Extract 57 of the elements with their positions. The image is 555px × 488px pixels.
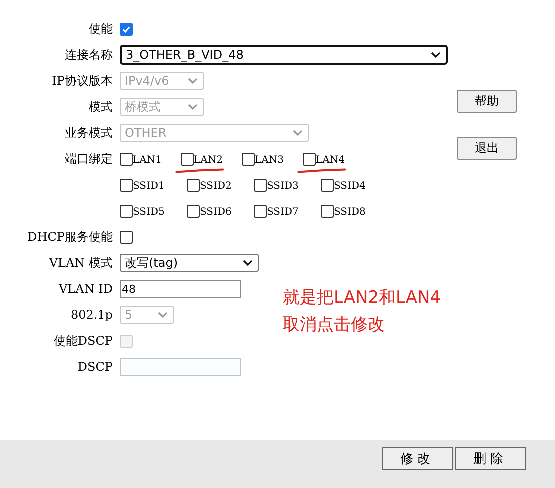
chevron-icon: [431, 52, 441, 58]
checkbox[interactable]: [120, 152, 133, 166]
field-label: VLAN ID: [58, 282, 114, 296]
checkbox-label: SSID6: [200, 206, 232, 218]
checkbox[interactable]: [120, 178, 133, 192]
chevron-icon: [158, 312, 168, 318]
chevron-icon: [188, 104, 198, 110]
checkbox[interactable]: [254, 178, 267, 192]
checkbox-label: LAN3: [255, 154, 284, 166]
field-label: 端口绑定: [64, 150, 114, 168]
field-label: DSCP: [76, 360, 114, 374]
checkbox[interactable]: [303, 152, 316, 166]
checkbox[interactable]: [321, 178, 334, 192]
checkbox-label: SSID3: [267, 180, 299, 192]
select-field[interactable]: 3_OTHER_B_VID_48: [120, 45, 448, 65]
footer-button[interactable]: 修改: [382, 447, 453, 470]
field-label: 使能: [88, 20, 114, 38]
side-button[interactable]: 帮助: [457, 90, 517, 113]
checkbox-label: SSID5: [133, 206, 165, 218]
checkbox[interactable]: [242, 152, 255, 166]
chevron-icon: [243, 260, 253, 266]
field-label: 使能DSCP: [52, 332, 114, 350]
checkbox-label: SSID7: [267, 206, 299, 218]
select-field[interactable]: 改写(tag): [120, 254, 259, 272]
footer-button[interactable]: 删除: [455, 447, 526, 470]
annotation-text: 就是把LAN2和LAN4: [283, 287, 442, 310]
input-field[interactable]: 48: [120, 280, 241, 298]
chevron-icon: [293, 130, 303, 136]
field-label: 802.1p: [70, 308, 114, 322]
checkbox[interactable]: [120, 230, 133, 244]
checkbox-label: LAN4: [316, 154, 345, 166]
checkbox[interactable]: [120, 204, 133, 218]
annotation-text: 取消点击修改: [283, 314, 386, 337]
checkbox-label: SSID4: [334, 180, 366, 192]
field-label: 模式: [88, 98, 114, 116]
checkbox-label: SSID1: [133, 180, 165, 192]
field-label: 连接名称: [64, 46, 114, 64]
checkbox[interactable]: [120, 22, 133, 36]
checkbox-label: SSID2: [200, 180, 232, 192]
chevron-icon: [188, 78, 198, 84]
checkbox[interactable]: [187, 178, 200, 192]
select-field: 桥模式: [120, 98, 204, 116]
checkbox[interactable]: [187, 204, 200, 218]
select-field: OTHER: [120, 124, 309, 142]
field-label: VLAN 模式: [48, 254, 114, 272]
field-label: DHCP服务使能: [26, 228, 114, 246]
checkbox[interactable]: [321, 204, 334, 218]
field-label: 业务模式: [64, 124, 114, 142]
checkbox[interactable]: [181, 152, 194, 166]
checkbox[interactable]: [254, 204, 267, 218]
checkbox-label: LAN2: [194, 154, 223, 166]
select-field: 5: [120, 306, 174, 324]
checkbox-label: SSID8: [334, 206, 366, 218]
field-label: IP协议版本: [51, 72, 114, 90]
checkbox-label: LAN1: [133, 154, 162, 166]
select-field: IPv4/v6: [120, 72, 204, 90]
side-button[interactable]: 退出: [457, 137, 517, 160]
